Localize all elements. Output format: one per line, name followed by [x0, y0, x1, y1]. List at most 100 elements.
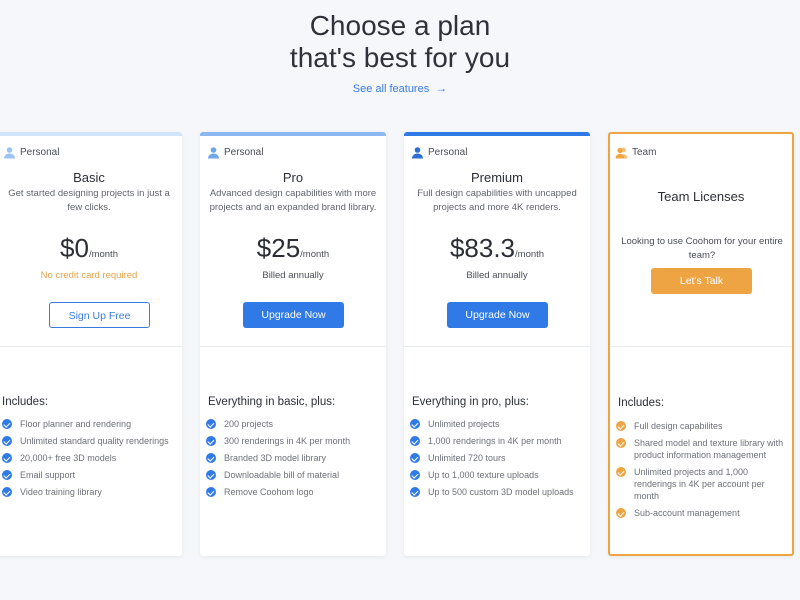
- plan-tier-label: Personal: [224, 147, 264, 158]
- feature-text: Unlimited projects and 1,000 renderings …: [634, 467, 765, 501]
- check-icon: [616, 421, 626, 431]
- plan-price: $83.3/month: [404, 233, 590, 264]
- feature-text: Floor planner and rendering: [20, 419, 132, 429]
- check-icon: [206, 419, 216, 429]
- list-item: Branded 3D model library: [206, 452, 380, 464]
- includes-title: Includes:: [618, 397, 665, 409]
- upgrade-now-button[interactable]: Upgrade Now: [447, 302, 548, 328]
- feature-text: Remove Coohom logo: [224, 487, 314, 497]
- user-icon: [412, 147, 423, 159]
- plan-tier: Personal: [411, 146, 467, 159]
- feature-text: Sub-account management: [634, 508, 740, 518]
- plan-card-team: Team Team Licenses Looking to use Coohom…: [608, 132, 794, 556]
- plan-description: Looking to use Coohom for your entire te…: [621, 236, 783, 261]
- feature-text: Branded 3D model library: [224, 453, 327, 463]
- check-icon: [410, 419, 420, 429]
- list-item: Sub-account management: [616, 507, 790, 519]
- card-top-bar: [404, 132, 590, 136]
- check-icon: [616, 508, 626, 518]
- check-icon: [206, 470, 216, 480]
- list-item: Email support: [2, 469, 176, 481]
- price-amount: $0: [60, 233, 89, 263]
- see-all-features-link[interactable]: See all features →: [0, 81, 800, 95]
- check-icon: [2, 419, 12, 429]
- plan-name: Team Licenses: [657, 189, 745, 204]
- list-item: Up to 500 custom 3D model uploads: [410, 486, 584, 498]
- sign-up-free-button[interactable]: Sign Up Free: [49, 302, 150, 328]
- check-icon: [2, 470, 12, 480]
- team-icon: [615, 147, 628, 159]
- check-icon: [206, 453, 216, 463]
- feature-text: 300 renderings in 4K per month: [224, 436, 351, 446]
- user-icon: [208, 147, 219, 159]
- card-divider: [610, 346, 792, 347]
- check-icon: [410, 487, 420, 497]
- feature-text: Email support: [20, 470, 76, 480]
- arrow-right-icon: →: [435, 81, 448, 95]
- plan-name: Basic: [73, 170, 105, 185]
- lets-talk-button[interactable]: Let's Talk: [651, 268, 752, 294]
- check-icon: [2, 453, 12, 463]
- list-item: Full design capabilites: [616, 420, 790, 432]
- list-item: Unlimited projects and 1,000 renderings …: [616, 466, 790, 502]
- price-period: /month: [88, 249, 118, 260]
- price-period: /month: [300, 249, 330, 260]
- price-amount: $25: [256, 233, 301, 263]
- feature-list: 200 projects 300 renderings in 4K per mo…: [206, 418, 380, 503]
- plan-description: Get started designing projects in just a…: [8, 188, 170, 213]
- feature-list: Floor planner and rendering Unlimited st…: [2, 418, 176, 503]
- upgrade-now-button[interactable]: Upgrade Now: [243, 302, 344, 328]
- card-divider: [200, 346, 386, 347]
- plan-note: Billed annually: [466, 270, 528, 281]
- list-item: Video training library: [2, 486, 176, 498]
- check-icon: [206, 487, 216, 497]
- plan-tier-label: Personal: [428, 147, 468, 158]
- feature-text: Up to 500 custom 3D model uploads: [428, 487, 574, 497]
- plan-price: $25/month: [200, 233, 386, 264]
- check-icon: [616, 467, 626, 477]
- check-icon: [616, 438, 626, 448]
- feature-text: Unlimited projects: [428, 419, 500, 429]
- check-icon: [410, 453, 420, 463]
- page-title-line-2: that's best for you: [289, 42, 511, 73]
- card-top-bar: [200, 132, 386, 136]
- plan-tier-label: Personal: [20, 147, 60, 158]
- list-item: Floor planner and rendering: [2, 418, 176, 430]
- feature-text: Unlimited 720 tours: [428, 453, 506, 463]
- page-title-line-1: Choose a plan: [309, 10, 491, 41]
- user-icon: [4, 147, 15, 159]
- plan-note: Billed annually: [262, 270, 324, 281]
- list-item: Downloadable bill of material: [206, 469, 380, 481]
- plan-card-premium: Personal Premium Full design capabilitie…: [404, 132, 590, 556]
- check-icon: [2, 487, 12, 497]
- plan-card-basic: Personal Basic Get started designing pro…: [0, 132, 182, 556]
- feature-text: Full design capabilites: [634, 421, 723, 431]
- plan-tier-label: Team: [632, 147, 657, 158]
- card-divider: [0, 346, 182, 347]
- list-item: Unlimited standard quality renderings: [2, 435, 176, 447]
- feature-list: Full design capabilites Shared model and…: [616, 420, 790, 524]
- plan-tier: Personal: [207, 146, 263, 159]
- list-item: 1,000 renderings in 4K per month: [410, 435, 584, 447]
- feature-text: Video training library: [20, 487, 102, 497]
- feature-list: Unlimited projects 1,000 renderings in 4…: [410, 418, 584, 503]
- check-icon: [2, 436, 12, 446]
- check-icon: [410, 470, 420, 480]
- feature-text: Up to 1,000 texture uploads: [428, 470, 539, 480]
- list-item: 20,000+ free 3D models: [2, 452, 176, 464]
- plan-name: Premium: [470, 170, 523, 185]
- includes-title: Includes:: [2, 396, 49, 408]
- includes-title: Everything in pro, plus:: [412, 396, 529, 408]
- includes-title: Everything in basic, plus:: [208, 396, 336, 408]
- list-item: Shared model and texture library with pr…: [616, 437, 790, 461]
- plan-note: No credit card required: [40, 270, 138, 281]
- feature-text: Downloadable bill of material: [224, 470, 340, 480]
- card-divider: [404, 346, 590, 347]
- see-all-features-label: See all features: [352, 83, 430, 95]
- price-period: /month: [515, 249, 545, 260]
- list-item: Unlimited 720 tours: [410, 452, 584, 464]
- feature-text: Shared model and texture library with pr…: [634, 438, 784, 460]
- list-item: Up to 1,000 texture uploads: [410, 469, 584, 481]
- plan-description: Full design capabilities with uncapped p…: [417, 188, 577, 213]
- plan-description: Advanced design capabilities with more p…: [209, 188, 377, 213]
